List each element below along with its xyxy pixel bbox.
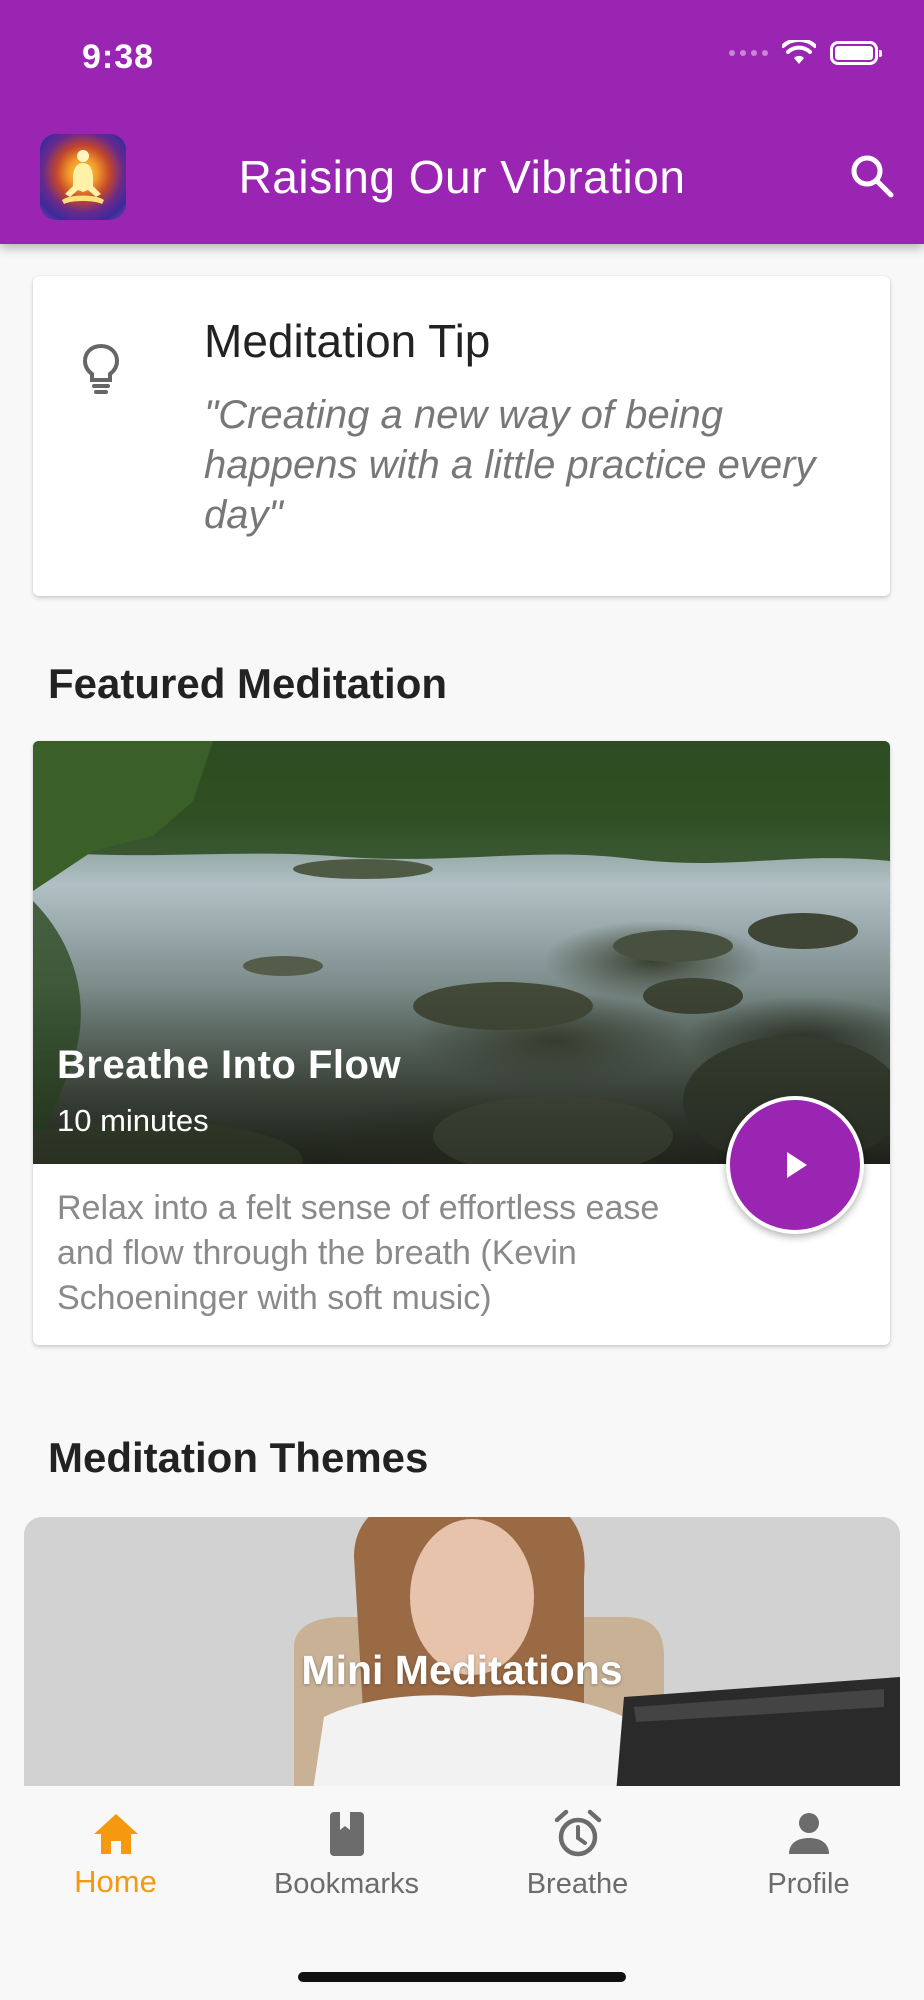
app-title: Raising Our Vibration bbox=[238, 151, 686, 203]
play-button[interactable] bbox=[726, 1096, 864, 1234]
status-time: 9:38 bbox=[82, 38, 155, 76]
bookmark-icon bbox=[329, 1812, 364, 1856]
featured-meditation-description: Relax into a felt sense of effortless ea… bbox=[57, 1189, 660, 1317]
home-indicator bbox=[298, 1972, 626, 1982]
theme-card-mini-meditations[interactable]: Mini Meditations bbox=[24, 1517, 900, 1817]
nav-profile[interactable]: Profile bbox=[693, 1808, 924, 1901]
featured-meditation-title: Breathe Into Flow bbox=[57, 1043, 402, 1087]
meditation-tip-card: Meditation Tip "Creating a new way of be… bbox=[33, 276, 890, 596]
lightbulb-icon bbox=[82, 343, 120, 394]
battery-icon bbox=[830, 41, 882, 65]
theme-card-label: Mini Meditations bbox=[301, 1647, 623, 1693]
nav-home-label: Home bbox=[74, 1864, 157, 1899]
tip-heading: Meditation Tip bbox=[204, 315, 491, 367]
home-icon bbox=[93, 1814, 138, 1854]
featured-section-title: Featured Meditation bbox=[48, 660, 448, 707]
app-bar: 9:38 Raising Our Vibration bbox=[0, 0, 924, 244]
themes-section-title: Meditation Themes bbox=[48, 1434, 429, 1481]
status-icons bbox=[729, 40, 882, 66]
alarm-clock-icon bbox=[554, 1809, 601, 1857]
nav-bookmarks[interactable]: Bookmarks bbox=[231, 1808, 462, 1901]
bottom-navigation: Home Bookmarks Breathe Profile bbox=[0, 1786, 924, 2000]
person-icon bbox=[788, 1813, 829, 1854]
play-icon bbox=[787, 1152, 807, 1178]
featured-meditation-card[interactable]: Breathe Into Flow 10 minutes Relax into … bbox=[33, 741, 890, 1345]
nav-home[interactable]: Home bbox=[0, 1808, 231, 1900]
featured-meditation-duration: 10 minutes bbox=[57, 1103, 209, 1138]
search-button[interactable] bbox=[846, 150, 898, 202]
search-icon bbox=[851, 155, 894, 198]
nav-breathe[interactable]: Breathe bbox=[462, 1808, 693, 1901]
featured-meditation-image: Breathe Into Flow 10 minutes bbox=[33, 741, 890, 1164]
wifi-icon bbox=[782, 40, 816, 64]
tip-quote: "Creating a new way of being happens wit… bbox=[204, 393, 816, 537]
nav-breathe-label: Breathe bbox=[526, 1868, 629, 1900]
nav-profile-label: Profile bbox=[767, 1868, 850, 1900]
cellular-signal-icon bbox=[729, 50, 768, 56]
nav-bookmarks-label: Bookmarks bbox=[273, 1868, 420, 1900]
